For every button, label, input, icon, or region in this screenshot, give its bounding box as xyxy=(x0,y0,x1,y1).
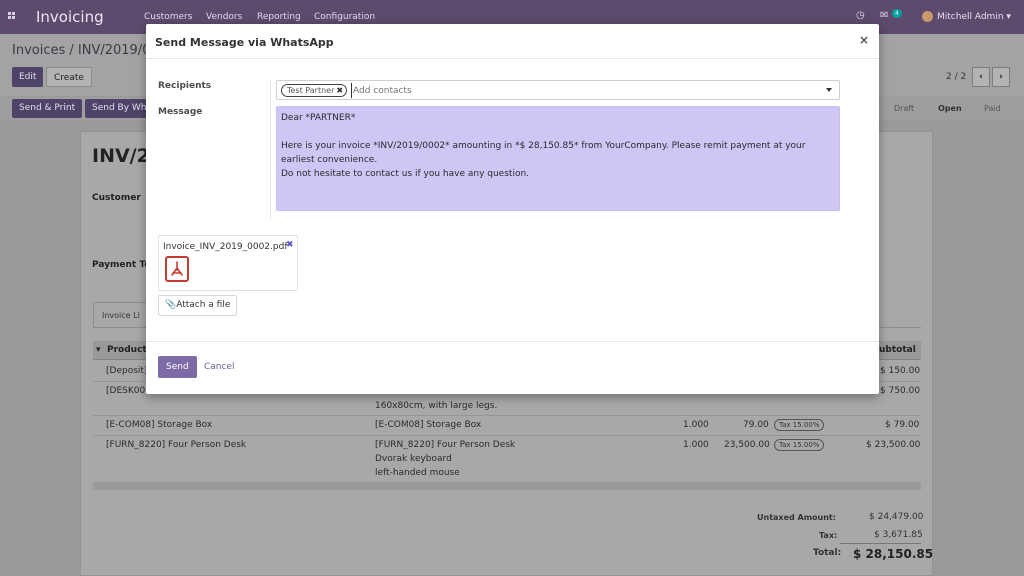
cancel-button[interactable]: Cancel xyxy=(204,362,235,372)
stage-draft[interactable]: Draft xyxy=(894,104,914,113)
whatsapp-dialog: Send Message via WhatsApp × Recipients M… xyxy=(146,24,879,394)
message-line: Here is your invoice *INV/2019/0002* amo… xyxy=(281,141,806,165)
user-name: Mitchell Admin xyxy=(937,12,1004,22)
attach-file-label: Attach a file xyxy=(176,300,231,310)
field-divider xyxy=(270,80,271,220)
row-3-product[interactable]: [FURN_8220] Four Person Desk xyxy=(106,440,246,450)
user-menu[interactable]: Mitchell Admin ▾ xyxy=(937,12,1011,22)
menu-customers[interactable]: Customers xyxy=(144,12,192,22)
row-2-subtotal: $ 79.00 xyxy=(885,420,920,430)
message-line: Dear *PARTNER* xyxy=(281,113,356,123)
total-label: Total: xyxy=(813,548,842,558)
row-3-description-line3: left-handed mouse xyxy=(375,468,460,478)
row-2-product[interactable]: [E-COM08] Storage Box xyxy=(106,420,212,430)
stage-paid[interactable]: Paid xyxy=(984,104,1001,113)
row-0-subtotal: $ 150.00 xyxy=(880,366,921,376)
untaxed-amount-value: $ 24,479.00 xyxy=(869,512,924,522)
tax-label: Tax: xyxy=(819,531,838,540)
avatar[interactable] xyxy=(922,11,933,22)
message-line xyxy=(281,125,835,139)
message-count-badge: 4 xyxy=(892,9,902,18)
menu-configuration[interactable]: Configuration xyxy=(314,12,375,22)
totals-divider xyxy=(840,543,921,544)
breadcrumb[interactable]: Invoices / INV/2019/00 xyxy=(12,43,159,58)
dropdown-caret-icon[interactable] xyxy=(826,88,832,92)
chevron-right-icon[interactable]: › xyxy=(992,67,1010,87)
chevron-left-icon[interactable]: ‹ xyxy=(972,67,990,87)
chat-icon[interactable]: ✉ xyxy=(880,10,888,21)
message-line: Do not hesitate to contact us if you hav… xyxy=(281,169,530,179)
lines-table-footer xyxy=(93,482,921,490)
row-0-product[interactable]: [Deposit] xyxy=(106,366,147,376)
row-1-subtotal: $ 750.00 xyxy=(880,386,921,396)
row-3-subtotal: $ 23,500.00 xyxy=(866,440,921,450)
tax-value: $ 3,671.85 xyxy=(874,530,923,540)
message-textarea[interactable]: Dear *PARTNER* Here is your invoice *INV… xyxy=(276,106,840,211)
row-3-tax-badge: Tax 15.00% xyxy=(774,439,825,451)
customer-label: Customer xyxy=(92,193,141,203)
add-contacts-input[interactable] xyxy=(351,83,811,98)
recipients-field[interactable]: Test Partner ✖ xyxy=(276,80,840,100)
paperclip-icon: 📎 xyxy=(165,300,177,310)
clock-icon[interactable]: ◷ xyxy=(856,10,865,21)
recipients-label: Recipients xyxy=(158,81,212,91)
stage-open[interactable]: Open xyxy=(938,104,962,113)
row-2-tax-badge: Tax 15.00% xyxy=(774,419,825,431)
edit-button[interactable]: Edit xyxy=(12,67,44,87)
payment-terms-label: Payment Te xyxy=(92,260,151,270)
row-2-qty: 1.000 xyxy=(683,420,709,430)
untaxed-amount-label: Untaxed Amount: xyxy=(757,513,836,522)
send-whatsapp-button[interactable]: Send By Wh xyxy=(85,99,147,118)
recipient-tag: Test Partner ✖ xyxy=(281,84,348,97)
row-divider xyxy=(93,415,921,416)
send-print-button[interactable]: Send & Print xyxy=(12,99,83,118)
menu-vendors[interactable]: Vendors xyxy=(206,12,242,22)
row-3-qty: 1.000 xyxy=(683,440,709,450)
message-label: Message xyxy=(158,107,203,117)
row-1-description: 160x80cm, with large legs. xyxy=(375,401,498,411)
dialog-title: Send Message via WhatsApp xyxy=(155,36,334,49)
app-title: Invoicing xyxy=(36,8,104,26)
attachment-name: Invoice_INV_2019_0002.pdf xyxy=(163,242,288,252)
close-icon[interactable]: × xyxy=(859,33,869,47)
row-2-description: [E-COM08] Storage Box xyxy=(375,420,482,430)
row-divider xyxy=(93,435,921,436)
recipient-tag-label: Test Partner xyxy=(287,86,335,95)
menu-reporting[interactable]: Reporting xyxy=(257,12,301,22)
dialog-header: Send Message via WhatsApp × xyxy=(146,24,879,59)
column-subtotal[interactable]: ubtotal xyxy=(879,345,916,355)
row-3-description: [FURN_8220] Four Person Desk xyxy=(375,440,516,450)
pager-value: 2 / 2 xyxy=(946,72,967,82)
row-2-price: 79.00 xyxy=(743,420,769,430)
attachment-card[interactable]: Invoice_INV_2019_0002.pdf ✖ xyxy=(158,235,298,291)
remove-tag-icon[interactable]: ✖ xyxy=(336,86,343,95)
column-product[interactable]: Product xyxy=(107,345,147,355)
remove-attachment-icon[interactable]: ✖ xyxy=(286,240,294,250)
create-button[interactable]: Create xyxy=(46,67,92,87)
attach-file-button[interactable]: 📎Attach a file xyxy=(158,295,238,316)
dialog-footer: Send Cancel xyxy=(146,341,879,394)
row-3-description-line2: Dvorak keyboard xyxy=(375,454,452,464)
row-1-product[interactable]: [DESK00 xyxy=(106,386,145,396)
send-button[interactable]: Send xyxy=(158,356,197,378)
row-3-price: 23,500.00 xyxy=(724,440,770,450)
tab-invoice-lines[interactable]: Invoice Li xyxy=(93,302,153,328)
pdf-file-icon xyxy=(165,256,189,282)
apps-menu-icon[interactable] xyxy=(8,12,18,22)
caret-down-icon: ▾ xyxy=(1006,12,1011,22)
total-value: $ 28,150.85 xyxy=(853,547,934,561)
sort-caret-icon: ▾ xyxy=(96,345,101,355)
